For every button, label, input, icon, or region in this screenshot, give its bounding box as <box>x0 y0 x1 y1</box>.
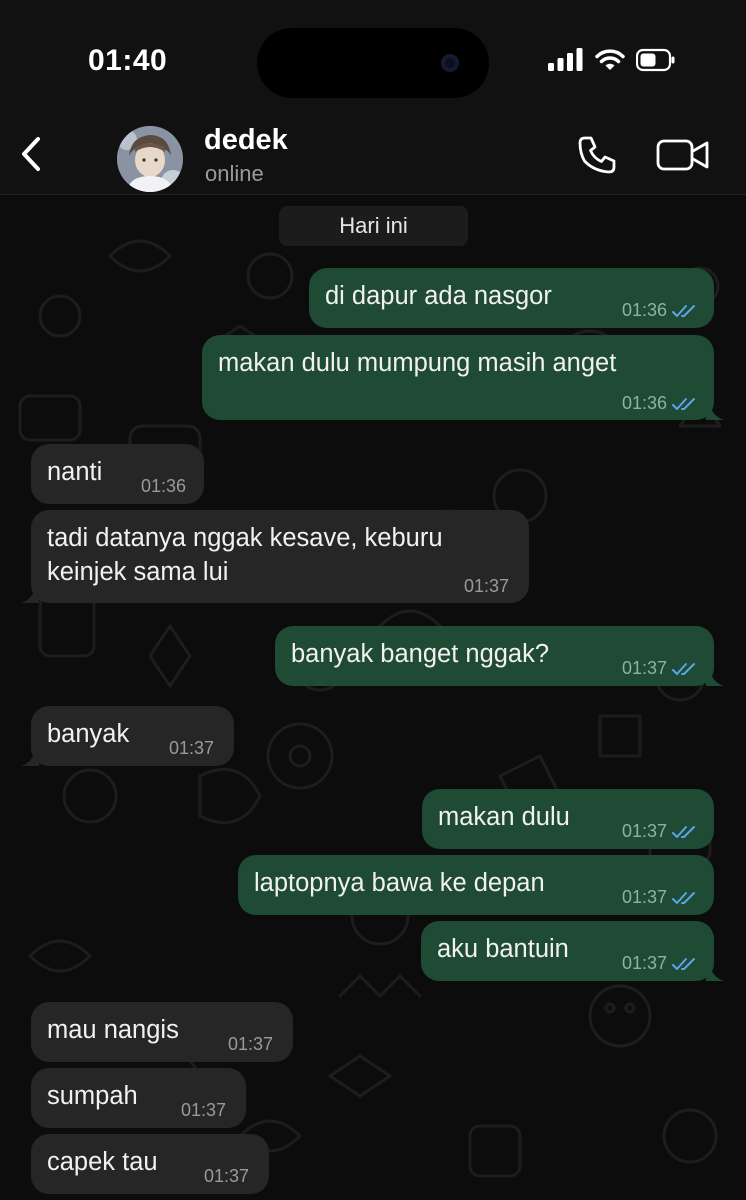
chat-area[interactable]: Hari ini di dapur ada nasgor 01:36 makan… <box>0 196 746 1200</box>
contact-status: online <box>205 161 264 186</box>
contact-avatar[interactable] <box>117 126 183 192</box>
message-text: makan dulu mumpung masih anget <box>218 349 617 377</box>
message-meta: 01:37 <box>181 1094 226 1127</box>
status-icons <box>548 48 676 72</box>
message-meta: 01:37 <box>622 652 698 685</box>
message-outgoing[interactable]: aku bantuin 01:37 <box>421 921 724 981</box>
message-text: sumpah <box>47 1082 138 1110</box>
double-check-icon <box>672 825 695 838</box>
front-camera <box>441 54 459 72</box>
contact-name[interactable]: dedek <box>204 124 288 157</box>
message-time: 01:36 <box>621 300 667 320</box>
message-time: 01:37 <box>621 887 667 907</box>
message-time: 01:37 <box>621 953 667 973</box>
message-time: 01:37 <box>621 658 667 678</box>
message-text: makan dulu <box>438 803 570 831</box>
message-meta: 01:37 <box>464 570 509 603</box>
status-time: 01:40 <box>88 44 168 77</box>
message-meta: 01:37 <box>622 815 698 848</box>
message-text: capek tau <box>47 1148 158 1176</box>
message-outgoing[interactable]: laptopnya bawa ke depan 01:37 <box>238 855 714 915</box>
message-incoming[interactable]: sumpah 01:37 <box>31 1068 246 1128</box>
double-check-icon <box>672 891 695 904</box>
video-camera-icon <box>656 139 709 171</box>
cellular-signal-icon <box>548 48 583 71</box>
message-meta: 01:37 <box>204 1160 249 1193</box>
message-time: 01:37 <box>203 1166 249 1186</box>
chevron-left-icon <box>22 137 40 171</box>
message-meta: 01:37 <box>622 947 698 980</box>
chat-header: dedek online <box>0 112 746 195</box>
avatar-image <box>117 126 183 192</box>
bubble-tail <box>706 404 724 420</box>
double-check-icon <box>672 304 695 317</box>
message-meta: 01:37 <box>622 881 698 914</box>
phone-icon <box>578 136 616 174</box>
message-outgoing[interactable]: banyak banget nggak? 01:37 <box>275 626 724 686</box>
message-text: di dapur ada nasgor <box>325 282 552 310</box>
bubble-tail <box>706 965 724 981</box>
message-time: 01:36 <box>140 476 186 496</box>
message-time: 01:37 <box>168 738 214 758</box>
message-incoming[interactable]: tadi datanya nggak kesave, keburu keinje… <box>21 510 529 603</box>
message-time: 01:37 <box>180 1100 226 1120</box>
message-meta: 01:36 <box>622 387 698 420</box>
message-outgoing[interactable]: makan dulu mumpung masih anget 01:36 <box>202 335 724 420</box>
message-text: mau nangis <box>47 1016 179 1044</box>
message-meta: 01:37 <box>228 1028 273 1061</box>
message-text: laptopnya bawa ke depan <box>254 869 545 897</box>
bubble-tail <box>706 670 724 686</box>
message-outgoing[interactable]: di dapur ada nasgor 01:36 <box>309 268 714 328</box>
message-text-line-1: tadi datanya nggak kesave, keburu <box>47 524 443 552</box>
back-button[interactable] <box>16 134 48 174</box>
double-check-icon <box>672 397 695 410</box>
video-call-button[interactable] <box>656 138 710 172</box>
message-text: nanti <box>47 458 103 486</box>
wifi-icon <box>595 49 625 70</box>
message-time: 01:37 <box>227 1034 273 1054</box>
message-outgoing[interactable]: makan dulu 01:37 <box>422 789 714 849</box>
battery-icon <box>636 48 675 72</box>
message-meta: 01:37 <box>169 732 214 765</box>
message-incoming[interactable]: banyak 01:37 <box>21 706 234 766</box>
message-time: 01:37 <box>621 821 667 841</box>
message-text: banyak banget nggak? <box>291 640 550 668</box>
message-text: banyak <box>47 720 130 748</box>
message-incoming[interactable]: capek tau 01:37 <box>31 1134 269 1194</box>
message-text: aku bantuin <box>437 935 569 963</box>
dynamic-island <box>257 28 489 98</box>
double-check-icon <box>672 662 695 675</box>
double-check-icon <box>672 957 695 970</box>
bubble-tail <box>21 750 39 766</box>
voice-call-button[interactable] <box>576 134 618 176</box>
message-incoming[interactable]: nanti 01:36 <box>31 444 204 504</box>
bubble-tail <box>21 587 39 603</box>
message-meta: 01:36 <box>141 470 186 503</box>
message-time: 01:37 <box>463 576 509 596</box>
status-bar: 01:40 <box>0 0 746 112</box>
date-divider: Hari ini <box>279 206 468 246</box>
message-text-line-2: keinjek sama lui <box>47 558 229 586</box>
message-time: 01:36 <box>621 393 667 413</box>
message-meta: 01:36 <box>622 294 698 327</box>
message-incoming[interactable]: mau nangis 01:37 <box>31 1002 293 1062</box>
